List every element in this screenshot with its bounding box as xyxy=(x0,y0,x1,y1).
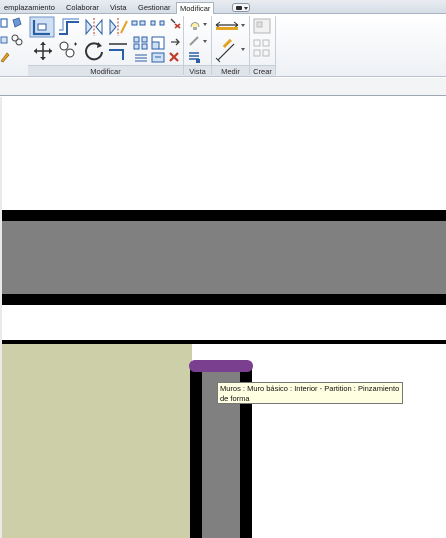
drawing-canvas[interactable]: Muros : Muro básico : Interior - Partiti… xyxy=(0,97,446,538)
create-group-icon[interactable] xyxy=(252,17,272,35)
floor-region[interactable] xyxy=(2,344,192,538)
panel-label-crear: Crear xyxy=(250,65,275,76)
horizontal-wall-edge-bottom xyxy=(2,294,446,305)
panel-separator xyxy=(275,16,276,75)
panel-label-medir: Medir xyxy=(212,65,249,76)
split-element-icon[interactable] xyxy=(133,52,149,64)
split-gap-icon[interactable] xyxy=(150,18,166,28)
tab-vista[interactable]: Vista xyxy=(107,2,130,14)
linework-icon[interactable] xyxy=(187,34,209,48)
ribbon-tab-strip: emplazamiento Colaborar Vista Gestionar … xyxy=(0,0,446,15)
align-icon[interactable] xyxy=(29,16,55,38)
split-icon[interactable] xyxy=(131,18,147,28)
move-icon[interactable] xyxy=(33,41,53,61)
join-geometry-icon[interactable] xyxy=(11,34,23,46)
rotate-icon[interactable] xyxy=(83,40,105,62)
trim-extend-icon[interactable] xyxy=(107,40,129,62)
canvas-left-border xyxy=(0,97,2,538)
ribbon-display-toggle[interactable] xyxy=(232,3,250,12)
offset-icon[interactable] xyxy=(57,17,81,37)
horizontal-wall-edge-top xyxy=(2,210,446,221)
pin-icon[interactable] xyxy=(168,36,182,48)
copy-icon[interactable] xyxy=(57,40,79,60)
element-tooltip: Muros : Muro básico : Interior - Partiti… xyxy=(217,382,403,404)
panel-toggle-icon xyxy=(236,6,242,10)
unpin-icon[interactable] xyxy=(168,17,182,29)
override-graphics-icon[interactable] xyxy=(187,50,203,64)
chevron-down-icon xyxy=(244,7,248,10)
hide-icon[interactable] xyxy=(187,17,209,31)
split-face-icon[interactable] xyxy=(0,34,10,46)
tab-colaborar[interactable]: Colaborar xyxy=(63,2,102,14)
mirror-draw-icon[interactable] xyxy=(107,17,129,37)
mirror-axis-icon[interactable] xyxy=(83,17,105,37)
panel-label-vista: Vista xyxy=(184,65,211,76)
measure-icon[interactable] xyxy=(214,17,246,33)
paint-icon[interactable] xyxy=(11,17,23,29)
create-parts-icon[interactable] xyxy=(252,38,272,62)
ribbon-panel: Modificar Vista Medir Crear xyxy=(0,14,446,77)
options-bar xyxy=(0,78,446,96)
tab-emplazamiento[interactable]: emplazamiento xyxy=(1,2,58,14)
dimension-icon[interactable] xyxy=(214,36,246,64)
pencil-icon[interactable] xyxy=(0,51,10,63)
horizontal-wall[interactable] xyxy=(2,221,446,294)
match-type-icon[interactable] xyxy=(151,52,165,64)
panel-label-modificar: Modificar xyxy=(28,65,183,76)
delete-icon[interactable] xyxy=(168,51,180,63)
wall-join-icon[interactable] xyxy=(0,17,10,29)
vertical-wall-edge-left xyxy=(190,369,202,538)
tab-gestionar[interactable]: Gestionar xyxy=(135,2,174,14)
scale-icon[interactable] xyxy=(151,36,165,50)
array-icon[interactable] xyxy=(133,36,149,50)
shape-handle-grip[interactable] xyxy=(189,360,253,372)
